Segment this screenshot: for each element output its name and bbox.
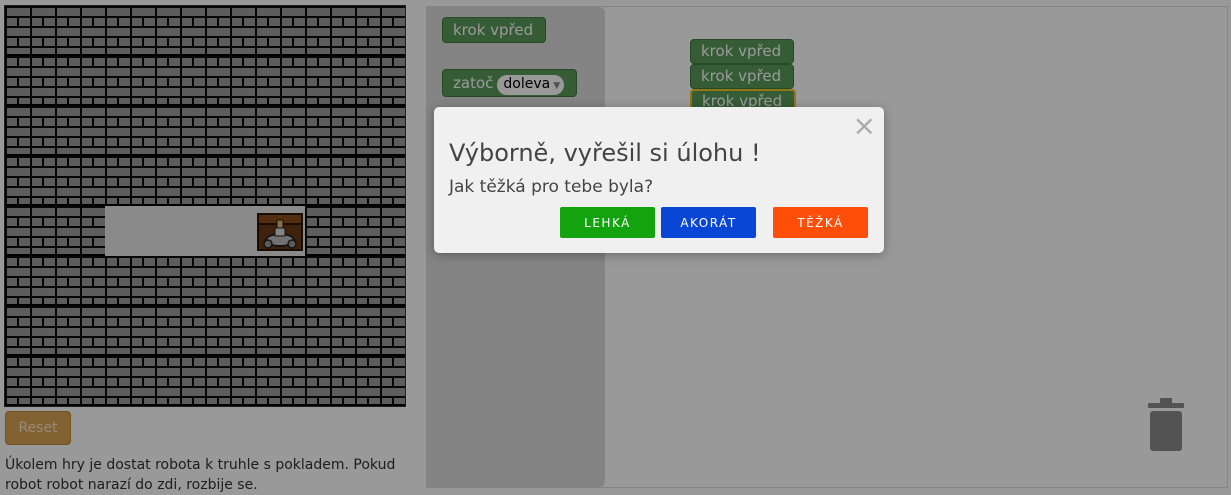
easy-button[interactable]: LEHKÁ (560, 207, 655, 238)
success-dialog: × Výborně, vyřešil si úlohu ! Jak těžká … (434, 107, 884, 253)
close-icon[interactable]: × (853, 111, 876, 141)
just-right-button[interactable]: AKORÁT (661, 207, 756, 238)
dialog-title: Výborně, vyřešil si úlohu ! (449, 139, 761, 167)
hard-button[interactable]: TĚŽKÁ (773, 207, 868, 238)
dialog-question: Jak těžká pro tebe byla? (449, 177, 654, 197)
